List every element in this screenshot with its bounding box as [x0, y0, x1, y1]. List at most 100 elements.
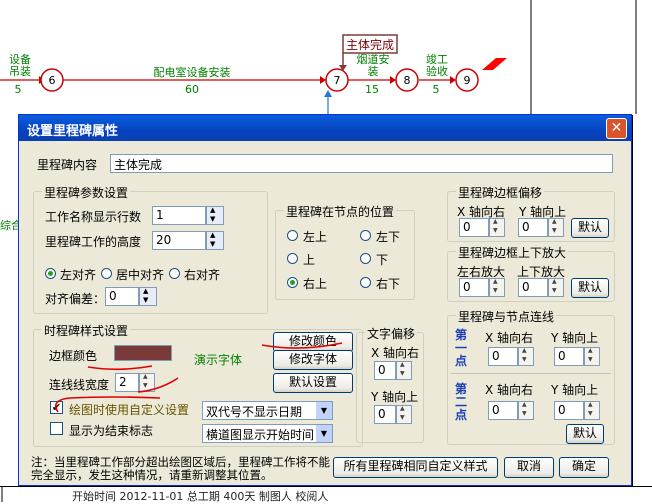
edge-label: 配电室设备安装 [154, 65, 231, 79]
p2-y-spinner[interactable] [584, 401, 600, 420]
pos-top-right-radio[interactable] [287, 277, 298, 288]
pos-bottom-left-label: 左下 [376, 230, 401, 244]
edge-label: 验收 [426, 64, 448, 78]
node-link-default-button[interactable]: 默认 [566, 424, 604, 444]
line-width-input[interactable]: 2 [115, 373, 139, 392]
border-scale-y-input[interactable]: 0 [518, 278, 548, 297]
offset-spinner[interactable] [139, 287, 157, 306]
rows-input[interactable]: 1 [152, 206, 206, 225]
dialog-titlebar[interactable]: 设置里程碑属性 ✕ [19, 115, 631, 141]
time-display-select[interactable]: 横道图显示开始时间 ▼ [202, 424, 333, 443]
first-point-label: 第一点 [455, 328, 468, 368]
node-8[interactable]: 8 [395, 68, 419, 92]
svg-text:9: 9 [464, 74, 471, 87]
p2-y-input[interactable]: 0 [554, 401, 584, 420]
end-flag-checkbox[interactable] [50, 422, 63, 435]
pos-bottom-radio[interactable] [360, 253, 371, 264]
line-width-spinner[interactable] [139, 373, 155, 392]
custom-settings-checkbox[interactable]: ✔ [50, 401, 63, 414]
border-color-swatch[interactable] [114, 345, 172, 361]
text-offset-y-label: Y 轴向上 [371, 390, 419, 404]
content-label: 里程碑内容 [37, 158, 98, 172]
edge-duration: 15 [365, 83, 379, 96]
edge-label: 竣工 [426, 52, 448, 66]
height-input[interactable]: 20 [152, 231, 206, 250]
dialog-title: 设置里程碑属性 [27, 124, 119, 139]
text-offset-y-input[interactable]: 0 [374, 405, 396, 424]
text-offset-title: 文字偏移 [365, 325, 418, 342]
position-group-title: 里程碑在节点的位置 [284, 203, 397, 220]
p1-y-spinner[interactable] [584, 347, 600, 366]
border-scale-x-spinner[interactable] [489, 278, 505, 297]
default-settings-button[interactable]: 默认设置 [273, 373, 353, 393]
text-offset-x-spinner[interactable] [396, 361, 412, 380]
align-left-label: 左对齐 [60, 268, 97, 282]
close-icon[interactable]: ✕ [606, 118, 627, 139]
edge-arrow [320, 76, 326, 84]
node-7[interactable]: 7 [325, 68, 349, 92]
p1-x-input[interactable]: 0 [488, 347, 518, 366]
p1-y-input[interactable]: 0 [554, 347, 584, 366]
edge-label: 烟道安 [357, 52, 390, 66]
demo-font-label: 演示字体 [194, 353, 243, 367]
modify-color-button[interactable]: 修改颜色 [273, 332, 353, 352]
edge-label: 装 [368, 65, 379, 78]
pos-top-left-label: 左上 [303, 230, 328, 244]
align-right-radio[interactable] [169, 268, 180, 279]
align-left-radio[interactable] [45, 268, 56, 279]
link-arrow [324, 90, 332, 97]
border-offset-x-spinner[interactable] [489, 218, 505, 237]
pos-top-left-radio[interactable] [287, 230, 298, 241]
border-scale-y-spinner[interactable] [548, 278, 564, 297]
p2-x-input[interactable]: 0 [488, 401, 518, 420]
pos-bottom-right-radio[interactable] [360, 277, 371, 288]
border-scale-default-button[interactable]: 默认 [571, 278, 609, 298]
text-offset-x-label: X 轴向右 [371, 346, 420, 360]
border-offset-x-input[interactable]: 0 [459, 218, 489, 237]
end-flag-label: 显示为结束标志 [69, 424, 154, 438]
border-offset-default-button[interactable]: 默认 [571, 218, 609, 238]
pos-bottom-left-radio[interactable] [360, 230, 371, 241]
pos-bottom-label: 下 [376, 253, 389, 267]
rows-spinner[interactable] [206, 206, 224, 225]
align-center-label: 居中对齐 [116, 268, 165, 282]
bottom-table-line [0, 486, 652, 487]
pos-top-radio[interactable] [287, 253, 298, 264]
custom-settings-label: 绘图时使用自定义设置 [69, 403, 190, 417]
height-spinner[interactable] [206, 231, 224, 250]
p1-x-spinner[interactable] [518, 347, 534, 366]
pos-top-label: 上 [303, 253, 316, 267]
svg-text:7: 7 [334, 74, 341, 87]
date-display-select[interactable]: 双代号不显示日期 ▼ [202, 401, 333, 420]
chevron-down-icon[interactable]: ▼ [316, 402, 332, 419]
border-scale-title: 里程碑边框上下放大 [456, 244, 569, 261]
pos-bottom-right-label: 右下 [376, 277, 401, 291]
text-offset-y-spinner[interactable] [396, 405, 412, 424]
ok-button[interactable]: 确定 [559, 457, 609, 478]
note-text: 注：当里程碑工作部分超出绘图区域后，里程碑工作将不能完全显示，发生这种情况，请重… [31, 455, 330, 482]
offset-label: 对齐偏差： [45, 292, 106, 306]
border-scale-x-input[interactable]: 0 [459, 278, 489, 297]
node-9[interactable]: 9 [455, 68, 479, 92]
border-offset-title: 里程碑边框偏移 [456, 184, 545, 201]
edge-duration: 60 [185, 83, 199, 96]
content-input[interactable]: 主体完成 [110, 154, 613, 173]
align-center-radio[interactable] [101, 268, 112, 279]
border-offset-y-input[interactable]: 0 [518, 218, 548, 237]
modify-font-button[interactable]: 修改字体 [273, 350, 353, 370]
edge-arrow [390, 76, 396, 84]
p2-y-label: Y 轴向上 [551, 383, 599, 397]
finish-flag-icon [482, 58, 507, 70]
offset-input[interactable]: 0 [105, 287, 139, 306]
border-offset-y-spinner[interactable] [548, 218, 564, 237]
same-style-button[interactable]: 所有里程碑相同自定义样式 [333, 457, 498, 478]
chevron-down-icon[interactable]: ▼ [316, 425, 332, 442]
cancel-button[interactable]: 取消 [504, 457, 554, 478]
p2-x-spinner[interactable] [518, 401, 534, 420]
text-offset-x-input[interactable]: 0 [374, 361, 396, 380]
node-link-title: 里程碑与节点连线 [456, 308, 557, 325]
rows-label: 工作名称显示行数 [45, 210, 142, 224]
node-6[interactable]: 6 [40, 68, 64, 92]
second-point-label: 第二点 [455, 382, 468, 422]
edge-label: 吊装 [9, 65, 31, 78]
